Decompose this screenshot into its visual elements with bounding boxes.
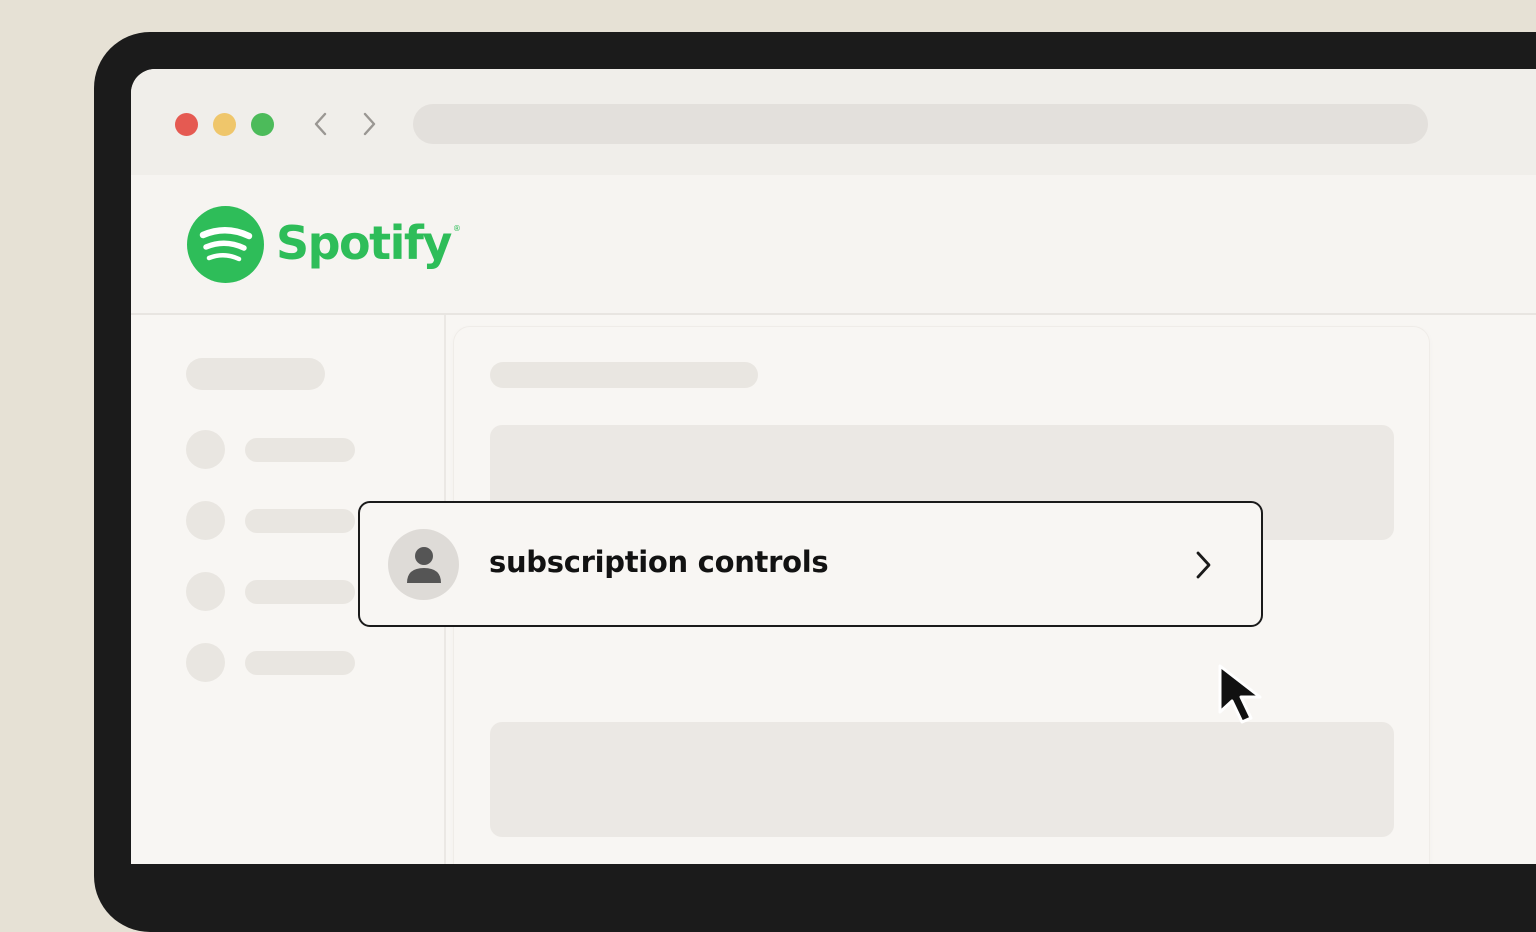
- spotify-wordmark: Spotify: [276, 215, 452, 270]
- minimize-window-button[interactable]: [213, 113, 236, 136]
- back-button[interactable]: [304, 107, 338, 141]
- sidebar-item-label-placeholder: [245, 438, 355, 462]
- panel-heading-placeholder: [490, 362, 758, 388]
- sidebar-heading-placeholder: [186, 358, 325, 390]
- sidebar-item[interactable]: [186, 430, 366, 470]
- browser-window: Spotify ®: [131, 69, 1536, 864]
- forward-button[interactable]: [352, 107, 386, 141]
- close-window-button[interactable]: [175, 113, 198, 136]
- avatar: [388, 529, 459, 600]
- user-icon: [406, 546, 441, 583]
- spotify-logo[interactable]: Spotify ®: [187, 206, 461, 283]
- sidebar-item-icon-placeholder: [186, 643, 225, 682]
- maximize-window-button[interactable]: [251, 113, 274, 136]
- chevron-right-icon: [1185, 547, 1221, 583]
- sidebar-item-label-placeholder: [245, 580, 355, 604]
- sidebar-item[interactable]: [186, 643, 366, 683]
- browser-toolbar: [131, 69, 1536, 175]
- content-block-placeholder: [490, 722, 1394, 837]
- sidebar-item[interactable]: [186, 572, 366, 612]
- registered-mark: ®: [452, 224, 461, 233]
- chevron-right-icon: [363, 112, 376, 136]
- sidebar-item[interactable]: [186, 501, 366, 541]
- sidebar-item-icon-placeholder: [186, 572, 225, 611]
- sidebar-item-label-placeholder: [245, 651, 355, 675]
- sidebar-item-icon-placeholder: [186, 501, 225, 540]
- subscription-controls-item[interactable]: subscription controls: [358, 501, 1263, 627]
- sidebar-item-icon-placeholder: [186, 430, 225, 469]
- chevron-left-icon: [314, 112, 327, 136]
- address-bar[interactable]: [413, 104, 1428, 144]
- page-header: Spotify ®: [131, 175, 1536, 315]
- spotify-logo-icon: [187, 206, 264, 283]
- sidebar-item-label-placeholder: [245, 509, 355, 533]
- subscription-controls-label: subscription controls: [489, 545, 829, 579]
